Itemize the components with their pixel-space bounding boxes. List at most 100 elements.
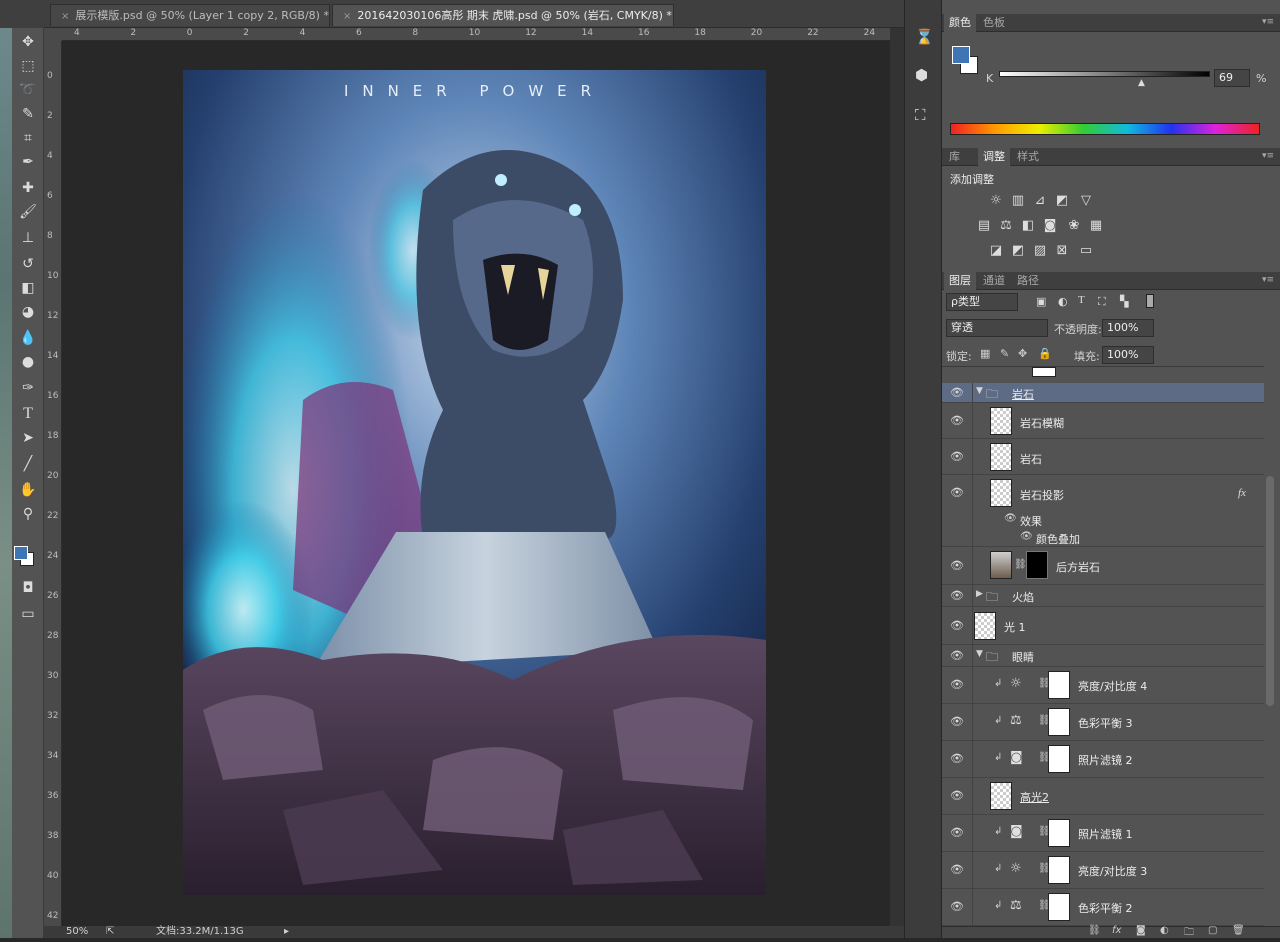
- tab-styles[interactable]: 样式: [1012, 148, 1044, 166]
- visibility-eye-icon[interactable]: 👁: [950, 789, 964, 803]
- bw-icon[interactable]: ◧: [1020, 219, 1036, 233]
- layer-name[interactable]: 光 1: [1004, 619, 1026, 635]
- tab-swatches[interactable]: 色板: [978, 14, 1010, 32]
- layer-row[interactable]: 👁 岩石投影 fx: [942, 475, 1264, 511]
- vibrance-icon[interactable]: ▽: [1078, 194, 1094, 208]
- status-menu-arrow-icon[interactable]: ▸: [284, 926, 289, 938]
- mask-thumbnail[interactable]: [1026, 551, 1048, 579]
- zoom-tool-icon[interactable]: ⚲: [18, 504, 38, 524]
- document-tab-template[interactable]: × 展示模版.psd @ 50% (Layer 1 copy 2, RGB/8) …: [50, 4, 330, 26]
- layer-row-group-fire[interactable]: 👁 ▶ 🗀 火焰: [942, 585, 1264, 607]
- mask-thumbnail[interactable]: [1048, 708, 1070, 736]
- layer-name[interactable]: 照片滤镜 1: [1078, 826, 1133, 842]
- layer-row-masked[interactable]: 👁 ⛓ 后方岩石: [942, 547, 1264, 585]
- effect-row[interactable]: 👁 颜色叠加: [942, 529, 1264, 547]
- visibility-eye-icon[interactable]: 👁: [950, 589, 964, 603]
- line-tool-icon[interactable]: ╱: [18, 454, 38, 474]
- mask-thumbnail[interactable]: [1048, 819, 1070, 847]
- effects-label[interactable]: 效果: [1020, 513, 1042, 529]
- visibility-eye-icon[interactable]: 👁: [950, 826, 964, 840]
- adjust-layer-row[interactable]: 👁 ↲ ☼ ⛓ 亮度/对比度 3: [942, 852, 1264, 889]
- link-layers-icon[interactable]: ⛓: [1088, 925, 1101, 936]
- stamp-tool-icon[interactable]: ⊥: [18, 228, 38, 248]
- adjust-layer-row[interactable]: 👁 ↲ ◙ ⛓ 照片滤镜 2: [942, 741, 1264, 778]
- effects-row[interactable]: 👁 效果: [942, 511, 1264, 529]
- k-value-field[interactable]: 69: [1214, 69, 1250, 87]
- visibility-eye-icon[interactable]: 👁: [950, 678, 964, 692]
- lock-transparent-icon[interactable]: ▦: [980, 347, 990, 360]
- panel-menu-icon[interactable]: ▾≡: [1262, 151, 1274, 161]
- lock-all-icon[interactable]: 🔒: [1038, 347, 1052, 360]
- layer-name[interactable]: 高光2: [1020, 789, 1049, 805]
- adjust-layer-row[interactable]: 👁 ↲ ☼ ⛓ 亮度/对比度 4: [942, 667, 1264, 704]
- add-style-icon[interactable]: fx: [1112, 925, 1121, 936]
- layer-name[interactable]: 亮度/对比度 4: [1078, 678, 1147, 694]
- photo-filter-icon[interactable]: ◙: [1042, 219, 1058, 233]
- healing-tool-icon[interactable]: ✚: [18, 178, 38, 198]
- visibility-eye-icon[interactable]: 👁: [950, 649, 964, 663]
- layer-name[interactable]: 岩石: [1012, 386, 1034, 402]
- layer-name[interactable]: 岩石: [1020, 451, 1042, 467]
- visibility-eye-icon[interactable]: 👁: [950, 450, 964, 464]
- layer-row-group-rock[interactable]: 👁 ▼ 🗀 岩石: [942, 383, 1264, 403]
- hand-tool-icon[interactable]: ✋: [18, 480, 38, 500]
- path-select-icon[interactable]: ➤: [18, 428, 38, 448]
- layer-name[interactable]: 岩石模糊: [1020, 415, 1064, 431]
- eraser-tool-icon[interactable]: ◧: [18, 278, 38, 298]
- paint-bucket-icon[interactable]: ◕: [18, 302, 38, 322]
- add-mask-icon[interactable]: ◙: [1136, 925, 1146, 936]
- expand-arrow-icon[interactable]: ▼: [976, 386, 983, 396]
- fx-icon[interactable]: fx: [1238, 487, 1246, 499]
- color-spectrum-bar[interactable]: [950, 123, 1260, 135]
- color-lookup-icon[interactable]: ▦: [1088, 219, 1104, 233]
- gradient-map-icon[interactable]: ▭: [1078, 244, 1094, 258]
- visibility-eye-icon[interactable]: 👁: [950, 900, 964, 914]
- hue-icon[interactable]: ▤: [976, 219, 992, 233]
- layer-name[interactable]: 后方岩石: [1056, 559, 1100, 575]
- panel-menu-icon[interactable]: ▾≡: [1262, 275, 1274, 285]
- filter-shape-icon[interactable]: ⛶: [1098, 295, 1106, 309]
- layer-row-group-eyes[interactable]: 👁 ▼ 🗀 眼睛: [942, 645, 1264, 667]
- k-slider-track[interactable]: [999, 71, 1210, 77]
- adjust-layer-row[interactable]: 👁 ↲ ◙ ⛓ 照片滤镜 1: [942, 815, 1264, 852]
- close-icon[interactable]: ×: [343, 11, 351, 22]
- layer-name[interactable]: 色彩平衡 2: [1078, 900, 1133, 916]
- lasso-tool-icon[interactable]: ➰: [18, 80, 38, 100]
- quick-select-tool-icon[interactable]: ✎: [18, 104, 38, 124]
- tab-adjustments[interactable]: 调整: [978, 148, 1010, 166]
- expand-arrow-icon[interactable]: ▶: [976, 589, 983, 599]
- lock-position-icon[interactable]: ✥: [1018, 347, 1027, 360]
- tab-paths[interactable]: 路径: [1012, 272, 1044, 290]
- tab-channels[interactable]: 通道: [978, 272, 1010, 290]
- color-swatch-stack[interactable]: [952, 46, 978, 74]
- curves-icon[interactable]: ⊿: [1032, 194, 1048, 208]
- screen-mode-icon[interactable]: ▭: [18, 604, 38, 624]
- selective-color-icon[interactable]: ⊠: [1054, 244, 1070, 258]
- document-canvas[interactable]: INNER POWER: [183, 70, 766, 895]
- marquee-tool-icon[interactable]: ⬚: [18, 56, 38, 76]
- lock-pixels-icon[interactable]: ✎: [1000, 347, 1009, 360]
- eyedropper-tool-icon[interactable]: ✒: [18, 152, 38, 172]
- panel-menu-icon[interactable]: ▾≡: [1262, 17, 1274, 27]
- filter-type-icon[interactable]: T: [1078, 294, 1085, 306]
- layer-name[interactable]: 亮度/对比度 3: [1078, 863, 1147, 879]
- link-icon[interactable]: ⛓: [1014, 559, 1027, 570]
- visibility-eye-icon[interactable]: 👁: [950, 752, 964, 766]
- visibility-eye-icon[interactable]: 👁: [1004, 513, 1017, 524]
- visibility-eye-icon[interactable]: 👁: [950, 715, 964, 729]
- 3d-panel-icon[interactable]: ⬢: [915, 66, 928, 84]
- dodge-tool-icon[interactable]: ●: [18, 352, 38, 372]
- brightness-icon[interactable]: ☼: [988, 194, 1004, 208]
- visibility-eye-icon[interactable]: 👁: [1020, 531, 1033, 542]
- layer-name[interactable]: 照片滤镜 2: [1078, 752, 1133, 768]
- exposure-icon[interactable]: ◩: [1054, 194, 1070, 208]
- layer-row[interactable]: 👁 光 1: [942, 607, 1264, 645]
- visibility-eye-icon[interactable]: 👁: [950, 619, 964, 633]
- blur-tool-icon[interactable]: 💧: [18, 328, 38, 348]
- brush-tool-icon[interactable]: 🖌: [18, 202, 38, 222]
- pen-tool-icon[interactable]: ✑: [18, 378, 38, 398]
- layer-name[interactable]: 火焰: [1012, 589, 1034, 605]
- channel-mixer-icon[interactable]: ❀: [1066, 219, 1082, 233]
- fg-bg-swatches[interactable]: [14, 544, 34, 566]
- visibility-eye-icon[interactable]: 👁: [950, 863, 964, 877]
